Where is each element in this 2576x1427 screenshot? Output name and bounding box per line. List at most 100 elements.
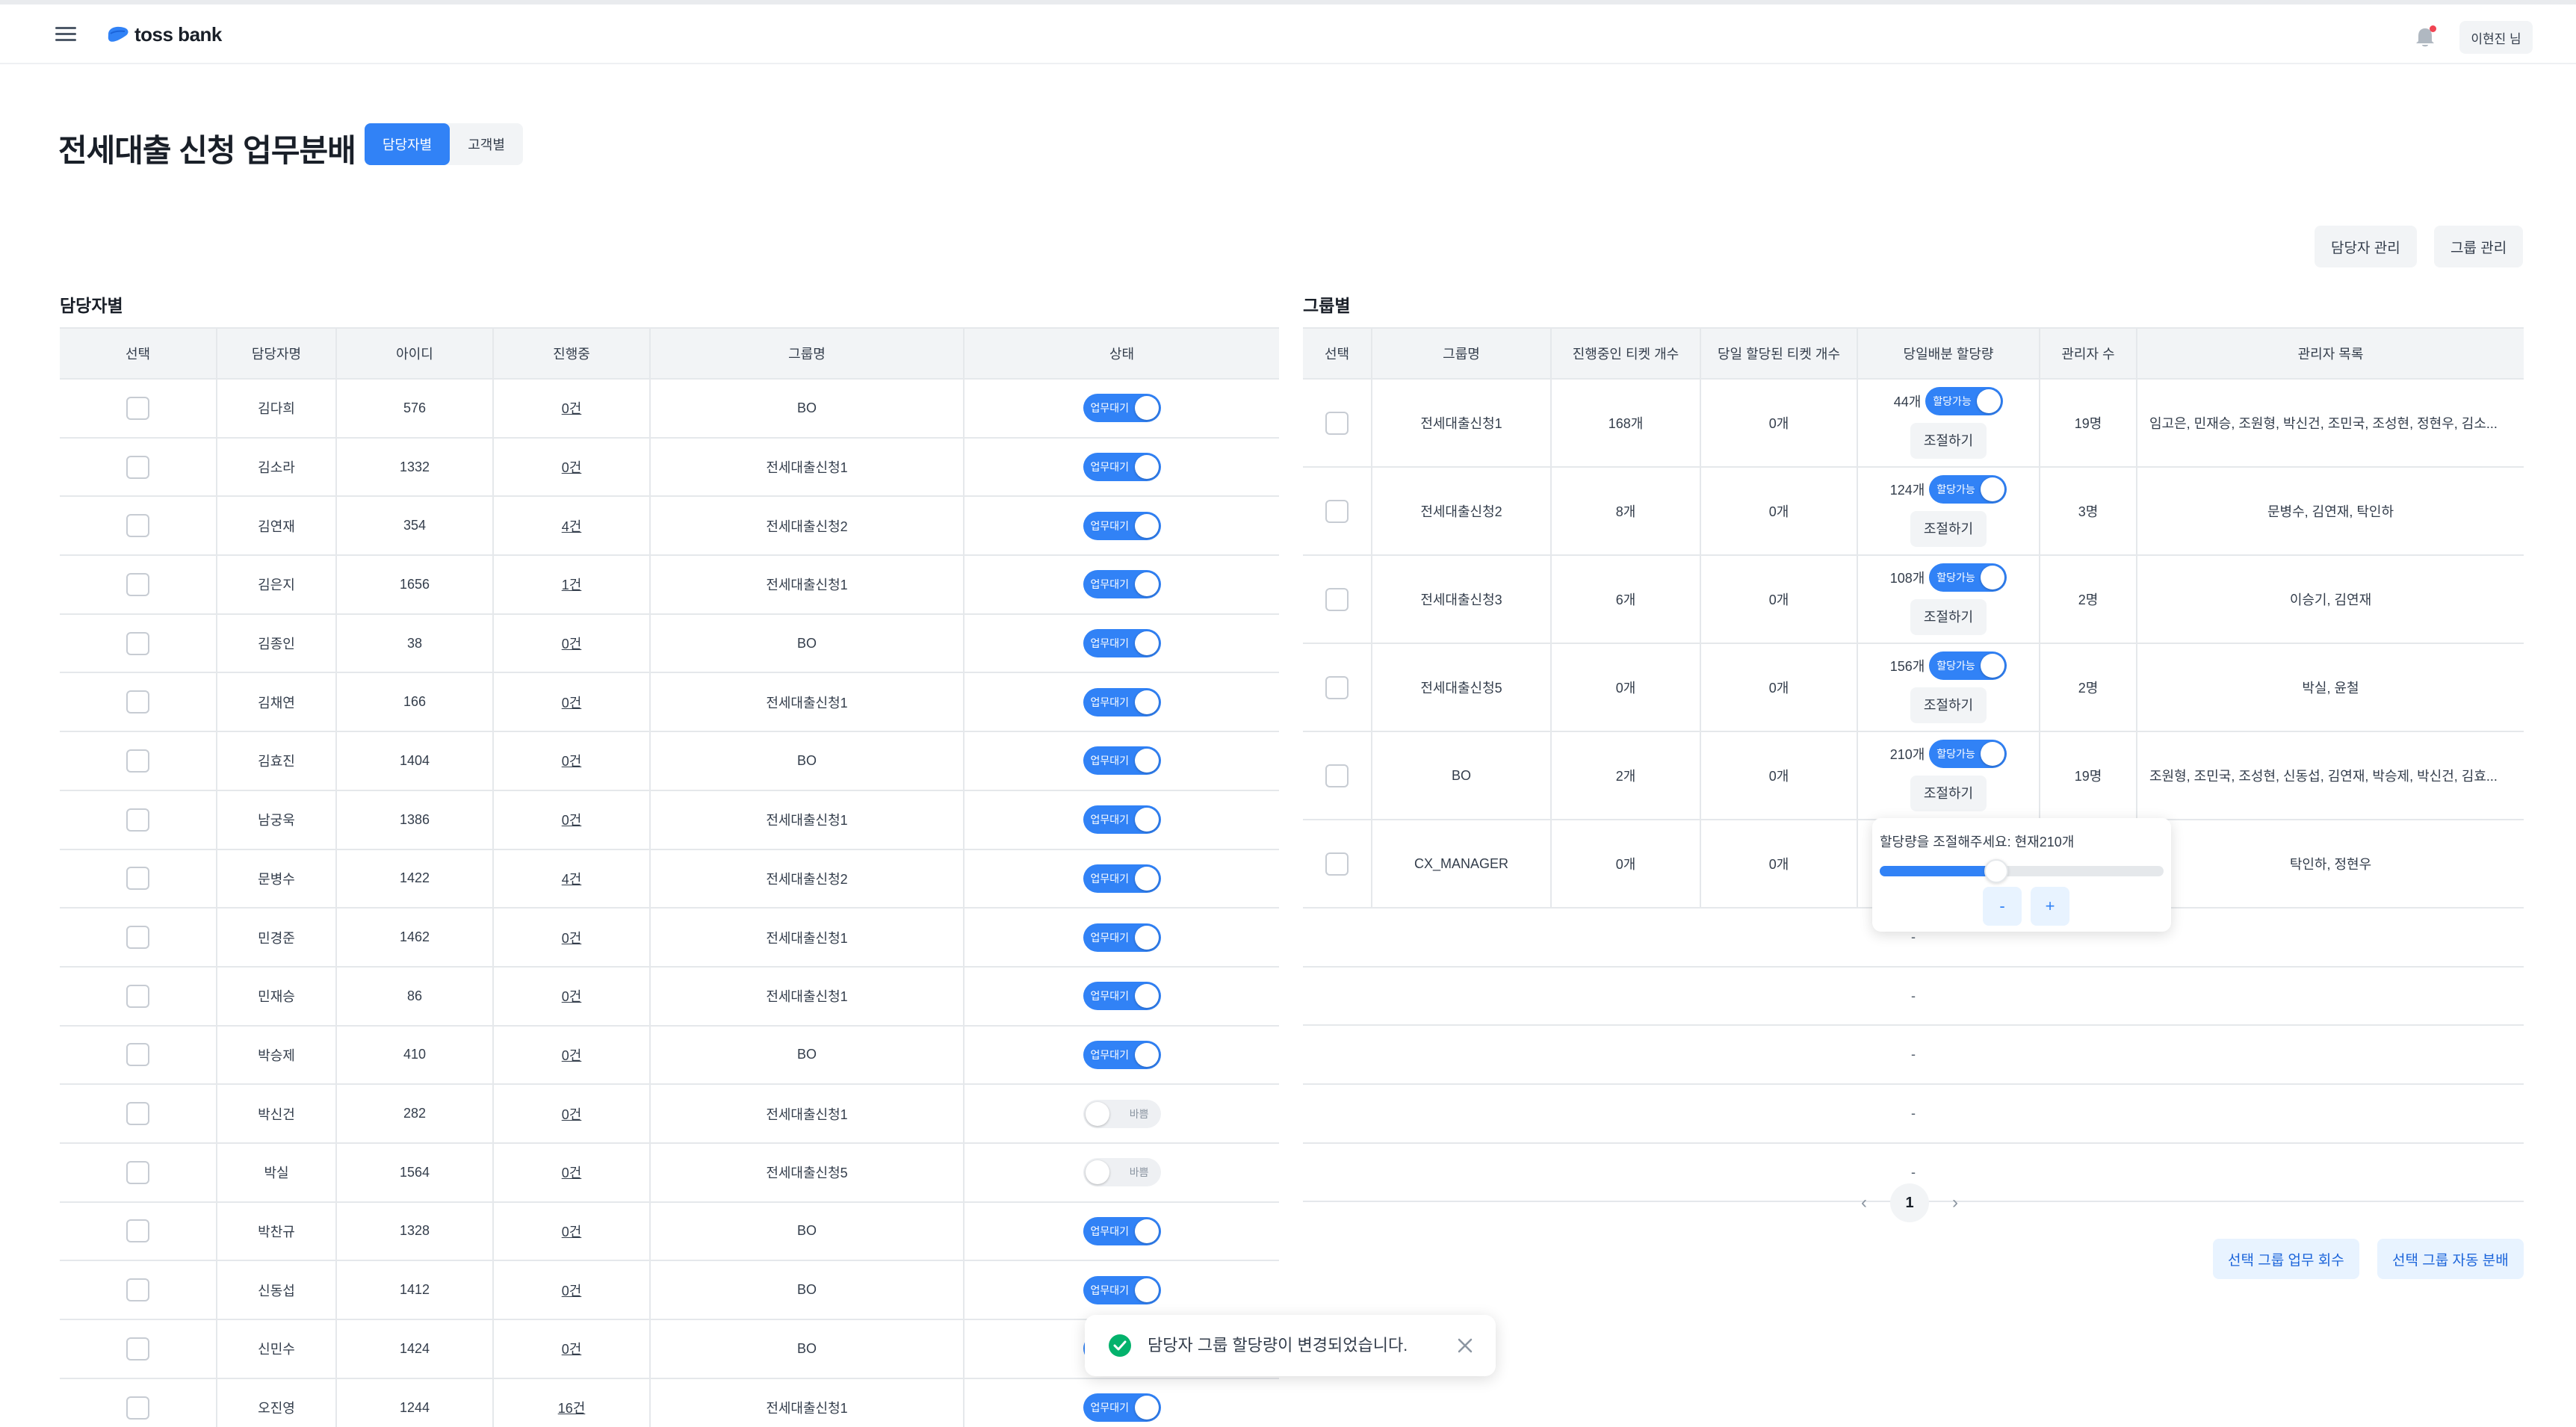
row-checkbox[interactable]: [126, 1396, 149, 1420]
user-menu-button[interactable]: 이현진 님: [2459, 21, 2533, 54]
col-group-name[interactable]: 그룹명: [650, 327, 965, 380]
status-toggle[interactable]: 업무대기: [1083, 1216, 1161, 1245]
status-toggle[interactable]: 업무대기: [1083, 1393, 1161, 1423]
in-progress-link[interactable]: 0건: [562, 637, 582, 651]
col-staff-id[interactable]: 아이디: [336, 327, 494, 380]
status-toggle[interactable]: 업무대기: [1083, 511, 1161, 540]
col-group-name[interactable]: 그룹명: [1372, 327, 1552, 380]
in-progress-link[interactable]: 0건: [562, 931, 582, 946]
in-progress-link[interactable]: 0건: [562, 401, 582, 416]
in-progress-link[interactable]: 0건: [562, 989, 582, 1004]
status-toggle[interactable]: 바쁨: [1083, 1099, 1161, 1128]
row-checkbox[interactable]: [126, 749, 149, 773]
status-toggle[interactable]: 업무대기: [1083, 394, 1161, 423]
in-progress-link[interactable]: 16건: [558, 1401, 586, 1416]
in-progress-link[interactable]: 0건: [562, 1284, 582, 1298]
tab-by-customer[interactable]: 고객별: [450, 123, 523, 165]
menu-icon[interactable]: [55, 25, 76, 43]
col-admin-count[interactable]: 관리자 수: [2040, 327, 2137, 380]
status-toggle[interactable]: 업무대기: [1083, 864, 1161, 893]
toggle-knob: [1134, 455, 1159, 480]
brand-logo[interactable]: toss bank: [106, 21, 222, 48]
manage-staff-button[interactable]: 담당자 관리: [2315, 226, 2417, 267]
col-daily-quota[interactable]: 당일배분 할당량: [1857, 327, 2040, 380]
in-progress-link[interactable]: 0건: [562, 1107, 582, 1122]
col-status[interactable]: 상태: [964, 327, 1279, 380]
row-checkbox[interactable]: [126, 396, 149, 420]
row-checkbox[interactable]: [126, 1337, 149, 1361]
status-toggle[interactable]: 업무대기: [1083, 1275, 1161, 1304]
auto-distribute-button[interactable]: 선택 그룹 자동 분배: [2377, 1239, 2524, 1279]
status-toggle[interactable]: 업무대기: [1083, 746, 1161, 776]
row-checkbox[interactable]: [126, 690, 149, 714]
in-progress-link[interactable]: 0건: [562, 1342, 582, 1357]
recall-group-tasks-button[interactable]: 선택 그룹 업무 회수: [2213, 1239, 2359, 1279]
adjust-quota-button[interactable]: 조절하기: [1910, 423, 1987, 459]
status-toggle[interactable]: 업무대기: [1083, 570, 1161, 599]
row-checkbox[interactable]: [1325, 675, 1349, 699]
notification-bell-icon[interactable]: [2412, 24, 2439, 51]
alloc-toggle[interactable]: 할당가능: [1929, 740, 2007, 768]
quota-increase-button[interactable]: +: [2031, 887, 2069, 926]
quota-slider[interactable]: [1880, 859, 2164, 883]
row-checkbox[interactable]: [1325, 852, 1349, 876]
manage-group-button[interactable]: 그룹 관리: [2434, 226, 2524, 267]
adjust-quota-button[interactable]: 조절하기: [1910, 599, 1987, 635]
adjust-quota-button[interactable]: 조절하기: [1910, 511, 1987, 547]
in-progress-link[interactable]: 0건: [562, 460, 582, 475]
col-today-tickets[interactable]: 당일 할당된 티켓 개수: [1700, 327, 1858, 380]
row-checkbox[interactable]: [1325, 764, 1349, 787]
tab-by-staff[interactable]: 담당자별: [365, 123, 451, 165]
col-in-progress[interactable]: 진행중: [493, 327, 651, 380]
close-icon[interactable]: [1455, 1336, 1475, 1355]
col-active-tickets[interactable]: 진행중인 티켓 개수: [1551, 327, 1701, 380]
status-toggle[interactable]: 업무대기: [1083, 923, 1161, 952]
success-check-icon: [1109, 1334, 1131, 1357]
in-progress-link[interactable]: 0건: [562, 754, 582, 769]
row-checkbox[interactable]: [126, 808, 149, 832]
in-progress-link[interactable]: 0건: [562, 1048, 582, 1063]
row-checkbox[interactable]: [126, 1278, 149, 1302]
status-toggle[interactable]: 업무대기: [1083, 629, 1161, 658]
in-progress-link[interactable]: 0건: [562, 696, 582, 711]
status-toggle[interactable]: 업무대기: [1083, 1040, 1161, 1069]
adjust-quota-button[interactable]: 조절하기: [1910, 776, 1987, 811]
in-progress-link[interactable]: 0건: [562, 1225, 582, 1239]
row-checkbox[interactable]: [126, 1219, 149, 1243]
status-toggle[interactable]: 업무대기: [1083, 982, 1161, 1011]
quota-decrease-button[interactable]: -: [1983, 887, 2022, 926]
row-checkbox[interactable]: [1325, 499, 1349, 523]
alloc-toggle[interactable]: 할당가능: [1929, 563, 2007, 592]
col-staff-name[interactable]: 담당자명: [217, 327, 337, 380]
row-checkbox[interactable]: [1325, 411, 1349, 435]
in-progress-link[interactable]: 1건: [562, 578, 582, 592]
prev-page-icon[interactable]: ‹: [1853, 1192, 1875, 1213]
row-checkbox[interactable]: [126, 984, 149, 1008]
status-toggle[interactable]: 업무대기: [1083, 805, 1161, 835]
alloc-toggle[interactable]: 할당가능: [1929, 651, 2007, 680]
status-toggle[interactable]: 업무대기: [1083, 453, 1161, 482]
row-checkbox[interactable]: [126, 1043, 149, 1067]
in-progress-link[interactable]: 0건: [562, 813, 582, 828]
alloc-toggle[interactable]: 할당가능: [1929, 475, 2007, 504]
row-checkbox[interactable]: [126, 514, 149, 538]
row-checkbox[interactable]: [126, 631, 149, 655]
status-toggle[interactable]: 업무대기: [1083, 687, 1161, 716]
row-checkbox[interactable]: [126, 1160, 149, 1184]
col-admin-list[interactable]: 관리자 목록: [2137, 327, 2524, 380]
in-progress-link[interactable]: 4건: [562, 519, 582, 534]
in-progress-link[interactable]: 0건: [562, 1166, 582, 1180]
row-checkbox[interactable]: [126, 1102, 149, 1126]
adjust-quota-button[interactable]: 조절하기: [1910, 687, 1987, 723]
in-progress-link[interactable]: 4건: [562, 872, 582, 887]
next-page-icon[interactable]: ›: [1944, 1192, 1966, 1213]
quota-slider-handle[interactable]: [1984, 859, 2008, 883]
row-checkbox[interactable]: [126, 455, 149, 479]
page-number[interactable]: 1: [1890, 1183, 1929, 1222]
row-checkbox[interactable]: [126, 867, 149, 891]
status-toggle[interactable]: 바쁨: [1083, 1158, 1161, 1187]
row-checkbox[interactable]: [126, 926, 149, 950]
row-checkbox[interactable]: [126, 572, 149, 596]
row-checkbox[interactable]: [1325, 587, 1349, 611]
alloc-toggle[interactable]: 할당가능: [1925, 387, 2004, 415]
